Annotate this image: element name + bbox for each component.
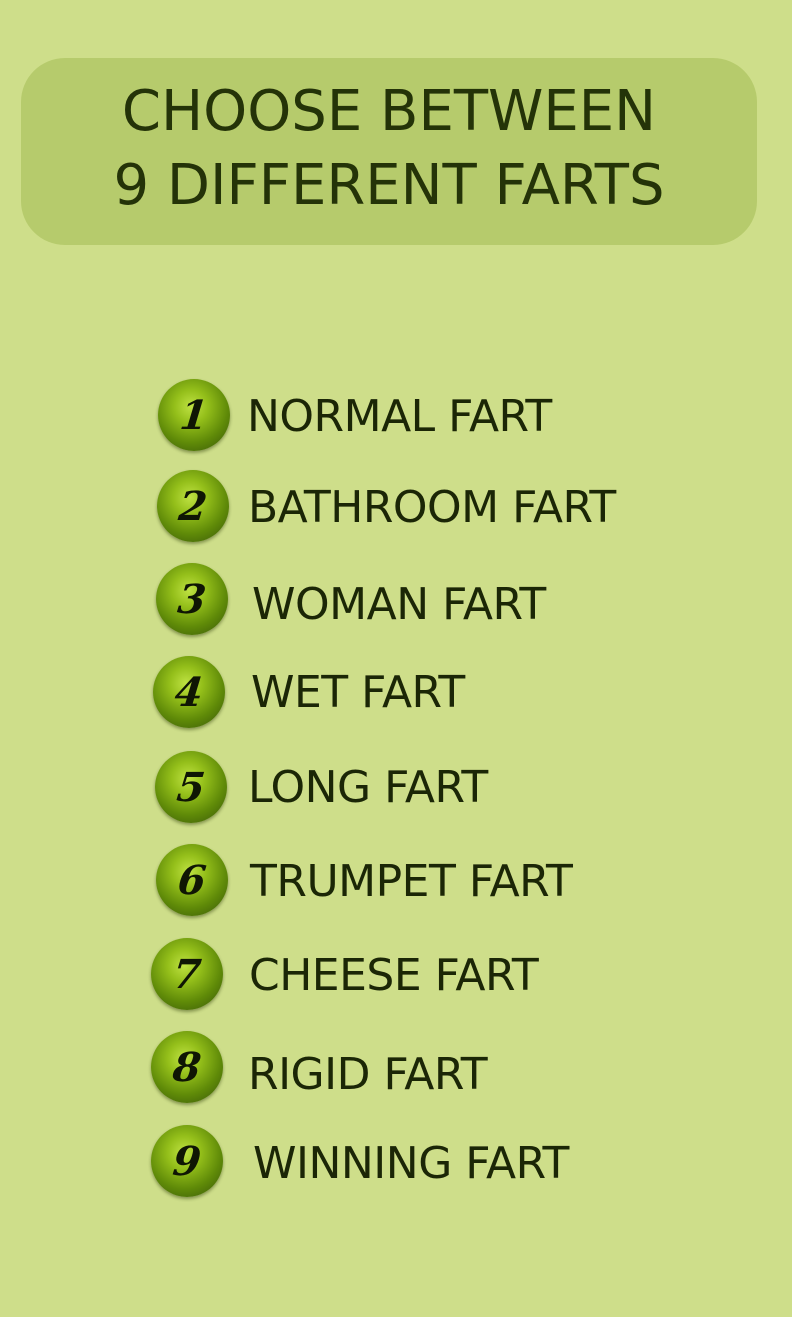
- number-badge-digit: 5: [174, 764, 208, 811]
- fart-option-label: BATHROOM FART: [248, 482, 616, 533]
- fart-option-label: WINNING FART: [253, 1138, 569, 1189]
- fart-option-label: RIGID FART: [248, 1049, 488, 1100]
- fart-option-label: WOMAN FART: [252, 579, 546, 630]
- number-badge-8: 8: [151, 1031, 223, 1103]
- number-badge-digit: 9: [170, 1138, 204, 1185]
- fart-option-label: LONG FART: [248, 762, 488, 813]
- header-title-line-1: CHOOSE BETWEEN: [121, 78, 657, 144]
- number-badge-9: 9: [151, 1125, 223, 1197]
- number-badge-6: 6: [156, 844, 228, 916]
- number-badge-7: 7: [151, 938, 223, 1010]
- fart-option-label: TRUMPET FART: [250, 856, 573, 907]
- number-badge-digit: 7: [170, 951, 204, 998]
- number-badge-4: 4: [153, 656, 225, 728]
- number-badge-2: 2: [157, 470, 229, 542]
- number-badge-3: 3: [156, 563, 228, 635]
- fart-option-label: CHEESE FART: [249, 950, 539, 1001]
- number-badge-digit: 8: [170, 1044, 204, 1091]
- number-badge-digit: 2: [176, 483, 210, 530]
- number-badge-digit: 4: [172, 669, 206, 716]
- number-badge-digit: 6: [175, 857, 209, 904]
- header-banner: CHOOSE BETWEEN 9 DIFFERENT FARTS: [21, 58, 757, 245]
- fart-option-label: NORMAL FART: [247, 391, 552, 442]
- number-badge-digit: 1: [177, 392, 211, 439]
- number-badge-digit: 3: [175, 576, 209, 623]
- number-badge-5: 5: [155, 751, 227, 823]
- number-badge-1: 1: [158, 379, 230, 451]
- fart-option-label: WET FART: [251, 667, 465, 718]
- header-title-line-2: 9 DIFFERENT FARTS: [113, 152, 665, 218]
